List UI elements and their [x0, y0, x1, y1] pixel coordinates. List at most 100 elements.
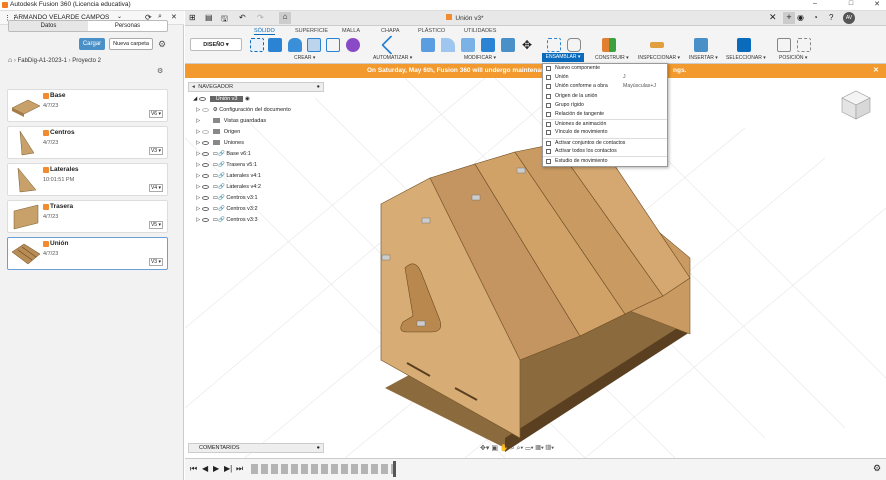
tree-item[interactable]: ▷ ▭🔗 Centros v3:3: [196, 215, 258, 225]
file-card-laterales[interactable]: Laterales 10:01:51 PM V4 ▾: [7, 163, 168, 196]
visibility-icon[interactable]: [201, 162, 209, 167]
look-at-icon[interactable]: ▣: [491, 445, 498, 452]
file-card-centros[interactable]: Centros 4/7/23 V3 ▾: [7, 126, 168, 159]
breadcrumb-folder[interactable]: Proyecto 2: [72, 58, 101, 64]
extrude-icon[interactable]: [268, 38, 282, 52]
extensions-icon[interactable]: ◉: [797, 13, 804, 22]
joint-icon[interactable]: [567, 38, 581, 52]
tree-item[interactable]: ▷ Vistas guardadas: [196, 116, 266, 126]
file-menu-icon[interactable]: ▤: [205, 13, 213, 22]
comments-panel[interactable]: COMENTARIOS ●: [188, 443, 324, 453]
save-icon[interactable]: 🖫: [221, 13, 228, 27]
menu-item-enable-all-contact[interactable]: Activar todos los contactos: [543, 147, 667, 156]
tree-item[interactable]: ▷ ▭🔗 Centros v3:2: [196, 204, 258, 214]
previous-step-icon[interactable]: ◀: [202, 464, 208, 473]
revolve-icon[interactable]: [288, 38, 302, 52]
tab-data[interactable]: Datos: [9, 21, 88, 31]
visibility-icon[interactable]: [201, 140, 209, 145]
close-icon[interactable]: ✕: [872, 0, 882, 8]
revert-position-icon[interactable]: [797, 38, 811, 52]
measure-icon[interactable]: [650, 42, 664, 48]
display-settings-icon[interactable]: ▭▾: [525, 445, 533, 452]
visibility-icon[interactable]: [198, 96, 206, 101]
visibility-icon[interactable]: [201, 206, 209, 211]
pin-icon[interactable]: ●: [317, 83, 320, 92]
fit-icon[interactable]: ⌕▾: [516, 445, 523, 452]
fillet-icon[interactable]: [441, 38, 455, 52]
file-card-trasera[interactable]: Trasera 4/7/23 V5 ▾: [7, 200, 168, 233]
group-automate[interactable]: AUTOMATIZAR ▾: [373, 55, 412, 61]
tab-utilidades[interactable]: UTILIDADES: [464, 28, 496, 34]
file-card-base[interactable]: Base 4/7/23 V6 ▾: [7, 89, 168, 122]
menu-item-enable-contact-sets[interactable]: Activar conjuntos de contactos: [543, 137, 667, 147]
tab-chapa[interactable]: CHAPA: [381, 28, 400, 34]
tab-people[interactable]: Personas: [88, 21, 167, 31]
tab-solido[interactable]: SÓLIDO: [254, 28, 275, 35]
menu-item-as-built-joint[interactable]: Unión conforme a obra Mayúsculas+J: [543, 82, 667, 91]
timeline-settings-icon[interactable]: ⚙: [873, 463, 881, 474]
pan-icon[interactable]: ✋: [500, 445, 509, 452]
menu-item-tangent-relationship[interactable]: Relación de tangente: [543, 110, 667, 119]
timeline-marker[interactable]: [393, 461, 396, 477]
move-icon[interactable]: ✥: [522, 38, 532, 52]
capture-position-icon[interactable]: [777, 38, 791, 52]
new-tab-icon[interactable]: +: [783, 12, 795, 24]
tree-item[interactable]: ▷ ⚙ Configuración del documento: [196, 105, 291, 115]
tree-item[interactable]: ▷ ▭🔗 Base v6:1: [196, 149, 251, 159]
avatar[interactable]: AV: [843, 12, 855, 24]
press-pull-icon[interactable]: [421, 38, 435, 52]
model-canvas[interactable]: [184, 77, 886, 459]
close-panel-icon[interactable]: ✕: [171, 13, 177, 21]
group-insert[interactable]: INSERTAR ▾: [689, 55, 718, 61]
orbit-icon[interactable]: ✥▾: [480, 445, 489, 452]
group-construct[interactable]: CONSTRUIR ▾: [595, 55, 629, 61]
menu-item-motion-study[interactable]: Estudio de movimiento: [543, 155, 667, 165]
home-icon[interactable]: ⌂: [8, 57, 12, 64]
folder-settings-icon[interactable]: ⚙: [157, 67, 163, 75]
visibility-icon[interactable]: [201, 151, 209, 156]
new-folder-button[interactable]: Nueva carpeta: [109, 38, 153, 50]
maximize-icon[interactable]: □: [846, 0, 856, 7]
play-icon[interactable]: ▶: [213, 464, 219, 473]
tree-item[interactable]: ▷ ▭🔗 Laterales v4:2: [196, 182, 261, 192]
group-modify[interactable]: MODIFICAR ▾: [464, 55, 496, 61]
tab-malla[interactable]: MALLA: [342, 28, 360, 34]
version-badge[interactable]: V4 ▾: [148, 184, 163, 192]
menu-item-rigid-group[interactable]: Grupo rígido: [543, 101, 667, 110]
group-position[interactable]: POSICIÓN ▾: [779, 55, 807, 61]
new-component-icon[interactable]: [547, 38, 561, 52]
select-icon[interactable]: [737, 38, 751, 52]
version-badge[interactable]: V5 ▾: [148, 221, 163, 229]
construct-plane-icon[interactable]: [602, 38, 616, 52]
menu-item-joint[interactable]: Unión J: [543, 73, 667, 82]
group-create[interactable]: CREAR ▾: [294, 55, 315, 61]
zoom-icon[interactable]: ⌕: [511, 445, 515, 452]
grid-settings-icon[interactable]: ▦▾: [536, 445, 544, 452]
visibility-icon[interactable]: [201, 129, 209, 134]
tab-superficie[interactable]: SUPERFICIE: [295, 28, 328, 34]
radio-icon[interactable]: ◉: [245, 96, 250, 102]
document-tab[interactable]: Unión v3*: [325, 11, 605, 26]
last-step-icon[interactable]: ⏭: [236, 464, 243, 474]
version-badge[interactable]: V6 ▾: [148, 110, 163, 118]
close-tab-icon[interactable]: ✕: [769, 12, 777, 23]
form-icon[interactable]: [346, 38, 360, 52]
insert-image-icon[interactable]: [694, 38, 708, 52]
tree-item[interactable]: ▷ Origen: [196, 127, 240, 137]
hole-icon[interactable]: [307, 38, 321, 52]
version-badge[interactable]: V3 ▾: [148, 258, 163, 266]
menu-item-motion-link[interactable]: Vínculo de movimiento: [543, 128, 667, 137]
help-icon[interactable]: ?: [829, 13, 833, 22]
tree-item[interactable]: ▷ ▭🔗 Centros v3:1: [196, 193, 258, 203]
group-assemble[interactable]: ENSAMBLAR ▾: [542, 53, 584, 62]
tree-root[interactable]: ◢ Unión v3 ◉: [193, 94, 250, 104]
minimize-icon[interactable]: –: [810, 0, 820, 7]
pattern-icon[interactable]: [326, 38, 340, 52]
canvas-viewport[interactable]: [184, 77, 886, 459]
redo-icon[interactable]: ↷: [257, 13, 264, 22]
load-button[interactable]: Cargar: [79, 38, 105, 50]
notifications-icon[interactable]: ◔: [813, 13, 818, 22]
combine-icon[interactable]: [501, 38, 515, 52]
next-step-icon[interactable]: ▶|: [224, 464, 232, 473]
first-step-icon[interactable]: ⏮: [190, 464, 197, 474]
